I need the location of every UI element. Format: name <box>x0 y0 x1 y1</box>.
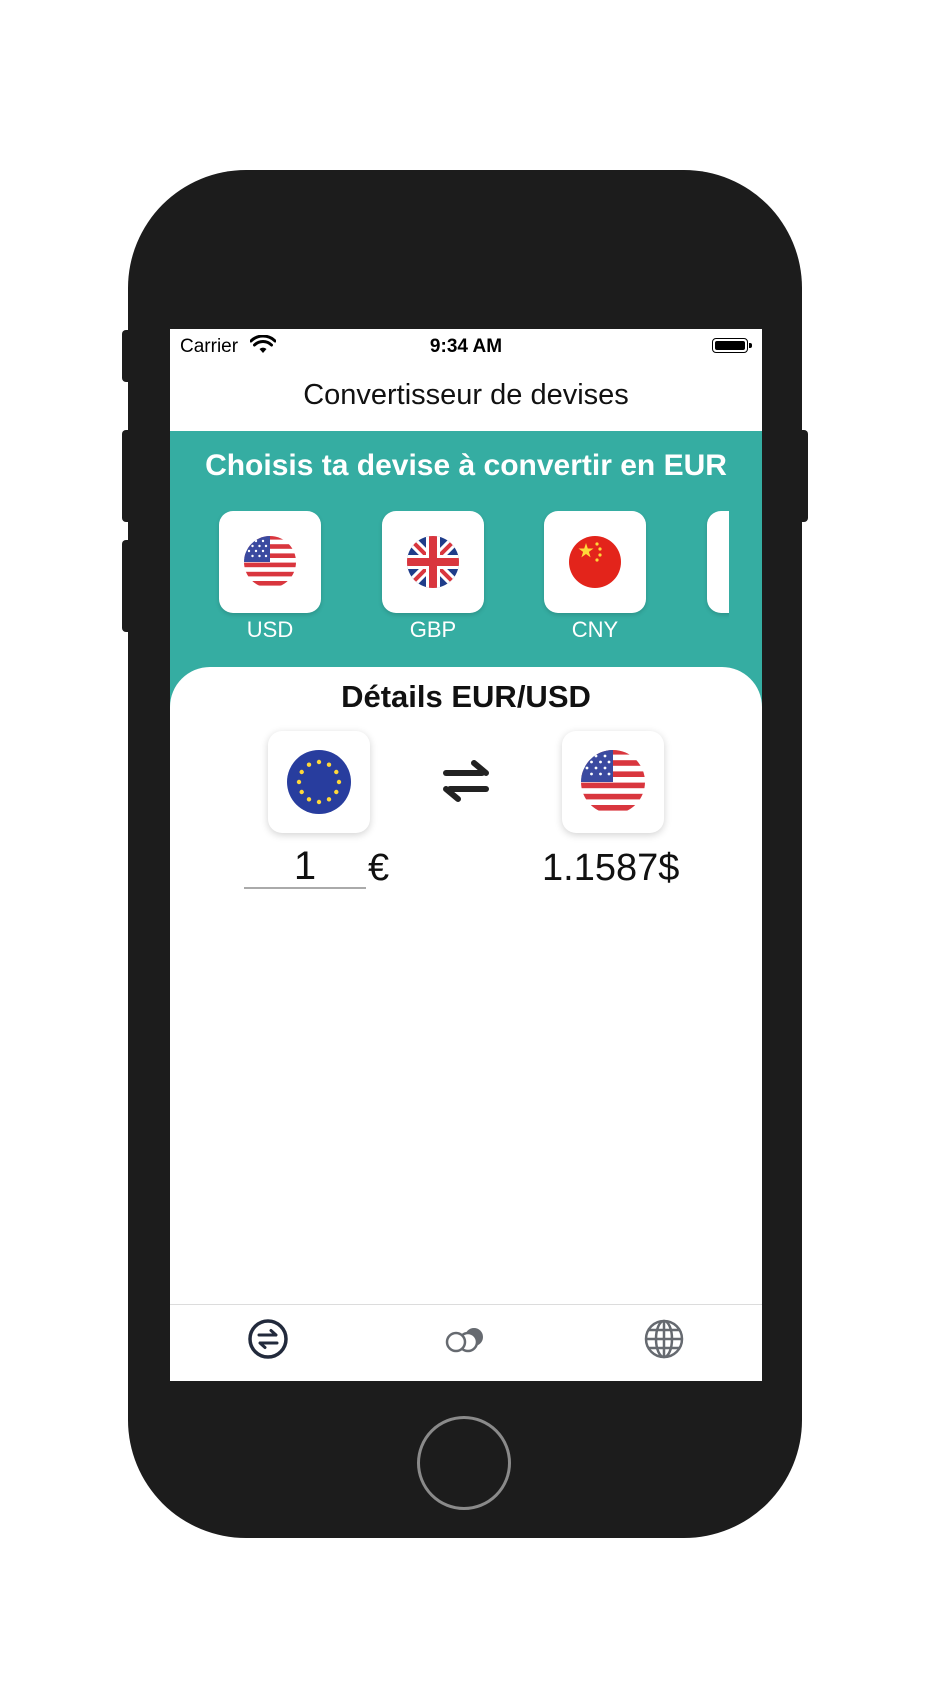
conversion-result: 1.1587$ <box>542 847 680 889</box>
tab-converter[interactable] <box>246 1317 290 1361</box>
battery-icon <box>712 338 752 353</box>
tab-globe[interactable] <box>642 1317 686 1361</box>
china-flag-icon <box>569 536 621 588</box>
picker-title: Choisis ta devise à convertir en EUR <box>205 449 727 482</box>
from-currency-card[interactable] <box>268 731 370 833</box>
currency-card[interactable] <box>544 511 646 613</box>
app-screen: Carrier 9:34 AM Convertisseur de devises… <box>170 329 762 1381</box>
swap-arrows-icon[interactable] <box>440 757 492 805</box>
status-bar: Carrier 9:34 AM <box>170 329 762 363</box>
currency-code-label: USD <box>246 617 294 642</box>
to-currency-card[interactable] <box>562 731 664 833</box>
us-flag-icon <box>244 536 296 588</box>
status-time: 9:34 AM <box>429 336 503 357</box>
currency-code-label: GBP <box>409 617 457 642</box>
currency-card[interactable] <box>382 511 484 613</box>
currency-item-partial[interactable] <box>707 511 729 613</box>
currency-code-label: CNY <box>571 617 619 642</box>
currency-item-gbp[interactable]: GBP <box>382 511 484 643</box>
details-sheet: Détails EUR/USD 1 € 1.1587$ <box>170 667 762 1327</box>
currency-item-usd[interactable]: USD <box>219 511 321 643</box>
currency-item-cny[interactable]: CNY <box>544 511 646 643</box>
uk-flag-icon <box>407 536 459 588</box>
currency-card[interactable] <box>707 511 729 613</box>
home-button[interactable] <box>417 1416 511 1510</box>
nav-title: Convertisseur de devises <box>303 379 629 411</box>
amount-input[interactable] <box>244 845 366 889</box>
from-currency-symbol: € <box>368 847 390 889</box>
details-title: Détails EUR/USD <box>341 679 591 714</box>
currency-carousel[interactable]: USD GBP CNY <box>170 511 729 651</box>
us-flag-icon <box>581 750 645 814</box>
tab-coins[interactable] <box>444 1317 488 1361</box>
eu-flag-icon <box>287 750 351 814</box>
currency-card[interactable] <box>219 511 321 613</box>
tab-bar <box>170 1304 762 1381</box>
